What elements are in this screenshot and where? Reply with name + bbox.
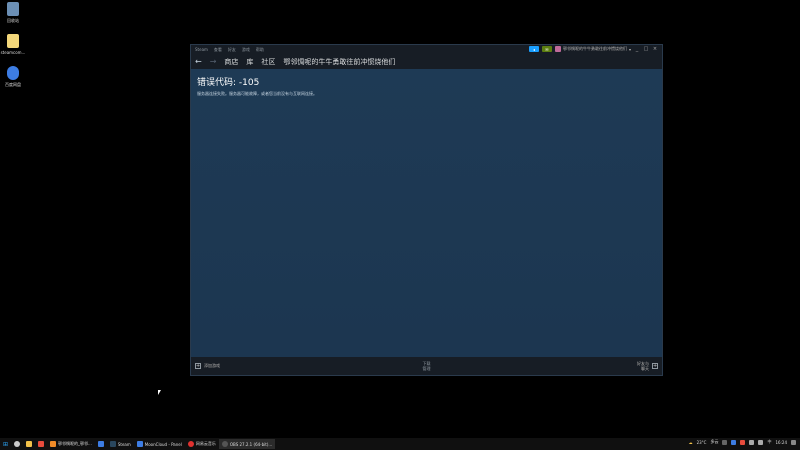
friends-chat-button[interactable]: 好友与 聊天 + [637, 361, 658, 371]
steam-bottom-bar: + 添加游戏 下载 管理 好友与 聊天 + [191, 357, 662, 375]
mouse-cursor-icon [158, 390, 161, 395]
taskbar-item-label: OBS 27.2.1 (64-bit)... [229, 441, 273, 447]
avatar [554, 46, 561, 52]
notifications-button[interactable]: ✉ [541, 46, 552, 52]
error-message: 服务器连接失败。服务器可能故障，或者您当前没有与互联网连接。 [197, 91, 317, 96]
add-game-label: 添加游戏 [204, 363, 220, 368]
nav-library[interactable]: 库 [246, 57, 253, 67]
friends-icon: + [652, 363, 658, 369]
minimize-button[interactable]: _ [634, 46, 640, 52]
nav-community[interactable]: 社区 [261, 57, 275, 67]
taskbar-item-label: 鄂邻惆呢的_鄂邻... [58, 441, 92, 446]
app-icon [136, 441, 143, 447]
taskbar-item-browser[interactable]: 鄂邻惆呢的_鄂邻... [47, 439, 95, 449]
tray-icon[interactable] [731, 439, 737, 445]
maximize-button[interactable]: □ [643, 46, 649, 52]
account-name: 鄂邻惆呢的牛牛勇敢往前冲惯烧他们 [562, 46, 627, 51]
downloads-button[interactable]: 下载 管理 [423, 361, 431, 371]
menu-steam[interactable]: Steam [195, 47, 208, 52]
account-menu[interactable]: 鄂邻惆呢的牛牛勇敢往前冲惯烧他们 ▾ [554, 46, 631, 52]
app-icon [97, 441, 104, 447]
nav-store[interactable]: 商店 [224, 57, 238, 67]
tray-icon[interactable] [722, 439, 728, 445]
steam-nav-bar: ← → 商店 库 社区 鄂邻惆呢的牛牛勇敢往前冲惯烧他们 [191, 54, 662, 69]
network-icon[interactable] [749, 439, 755, 445]
file-icon [7, 34, 19, 48]
music-icon [187, 441, 194, 447]
start-button[interactable]: ⊞ [0, 439, 11, 449]
error-page: 错误代码: -105 服务器连接失败。服务器可能故障，或者您当前没有与互联网连接… [191, 69, 662, 357]
volume-icon[interactable] [758, 439, 764, 445]
chat-label: 聊天 [641, 366, 649, 371]
weather-icon: ☁ [688, 439, 693, 445]
notification-icon[interactable] [791, 439, 796, 445]
obs-icon [221, 441, 228, 447]
window-top-right: ◂ ✉ 鄂邻惆呢的牛牛勇敢往前冲惯烧他们 ▾ _ □ × [528, 46, 658, 52]
error-title: 错误代码: -105 [197, 78, 260, 88]
add-game-button[interactable]: + 添加游戏 [195, 363, 220, 369]
taskbar-item-label: Steam [117, 441, 131, 447]
tray-icon[interactable] [740, 439, 746, 445]
plus-icon: + [195, 363, 201, 369]
downloads-sublabel: 管理 [422, 366, 431, 371]
taskbar-search[interactable] [11, 439, 23, 449]
steam-icon [109, 441, 116, 447]
taskbar-item-label: MoonCloud - Panel [144, 441, 182, 447]
taskbar-app-red[interactable] [35, 439, 47, 449]
nav-profile[interactable]: 鄂邻惆呢的牛牛勇敢往前冲惯烧他们 [283, 57, 395, 67]
steam-window: Steam 查看 好友 游戏 帮助 ◂ ✉ 鄂邻惆呢的牛牛勇敢往前冲惯烧他们 ▾… [190, 44, 663, 376]
recycle-bin-icon [7, 2, 19, 16]
taskbar-file-explorer[interactable] [23, 439, 35, 449]
cloud-icon [7, 66, 19, 80]
menu-help[interactable]: 帮助 [256, 47, 264, 53]
taskbar-app-blue[interactable] [95, 439, 107, 449]
file-explorer-icon [26, 441, 33, 447]
menu-view[interactable]: 查看 [214, 47, 222, 53]
desktop-icon-recycle-bin[interactable]: 回收站 [0, 2, 26, 24]
taskbar: ⊞ 鄂邻惆呢的_鄂邻... Steam MoonCloud - Panel 网易… [0, 438, 800, 450]
browser-icon [50, 441, 57, 447]
taskbar-item-label: 网易云音乐 [195, 441, 216, 446]
temperature: 23°C [696, 439, 707, 445]
forward-arrow-icon[interactable]: → [210, 57, 217, 66]
desktop-icon-baidu-netdisk[interactable]: 百度网盘 [0, 66, 26, 88]
taskbar-item-obs[interactable]: OBS 27.2.1 (64-bit)... [218, 439, 276, 449]
mail-icon: ✉ [545, 46, 549, 52]
windows-start-icon: ⊞ [3, 440, 9, 448]
weather-text: 多云 [710, 439, 719, 444]
taskbar-item-steam[interactable]: Steam [107, 439, 134, 449]
menu-friends[interactable]: 好友 [228, 47, 236, 53]
menu-games[interactable]: 游戏 [242, 47, 250, 53]
desktop-icon-steamcom-file[interactable]: steamcom... [0, 34, 26, 55]
taskbar-item-music[interactable]: 网易云音乐 [185, 439, 219, 449]
broadcast-icon: ◂ [532, 46, 535, 52]
taskbar-item-mooncloud[interactable]: MoonCloud - Panel [134, 439, 185, 449]
back-arrow-icon[interactable]: ← [195, 57, 202, 66]
search-icon [14, 441, 21, 447]
system-tray: ☁ 23°C 多云 中 16:24 [689, 439, 796, 445]
close-button[interactable]: × [652, 46, 658, 52]
clock[interactable]: 16:24 [775, 440, 787, 445]
app-icon [38, 441, 45, 447]
broadcast-button[interactable]: ◂ [528, 46, 539, 52]
chevron-down-icon: ▾ [628, 46, 631, 52]
ime-indicator[interactable]: 中 [767, 439, 771, 445]
